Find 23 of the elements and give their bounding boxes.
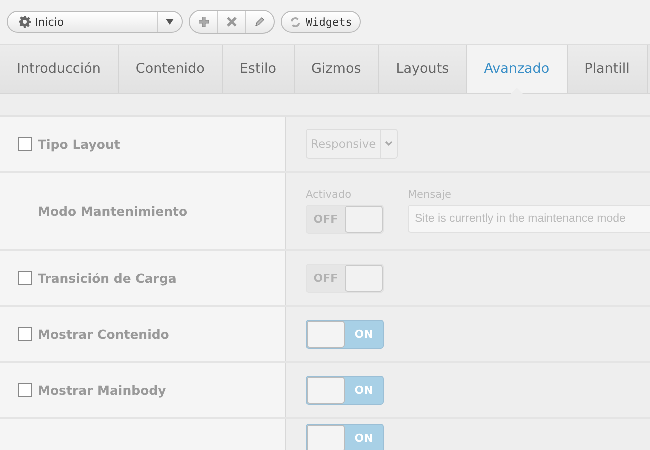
caret-icon — [166, 19, 174, 25]
tab[interactable]: Introducción — [0, 45, 119, 93]
refresh-icon — [290, 16, 301, 28]
tab[interactable]: Plantill — [568, 45, 648, 93]
pencil-icon — [255, 17, 265, 27]
cross-icon — [226, 17, 236, 27]
setting-label: Modo Mantenimiento — [38, 204, 188, 218]
gear-icon — [19, 16, 31, 28]
page-select[interactable]: Inicio — [7, 11, 183, 33]
checkbox[interactable] — [18, 327, 32, 341]
checkbox[interactable] — [18, 383, 32, 397]
setting-label: Mostrar Contenido — [38, 326, 170, 342]
chevron-down-icon — [385, 141, 394, 147]
tab[interactable]: Avanzado — [467, 45, 568, 93]
tab[interactable]: Estilo — [222, 45, 294, 93]
widgets-button[interactable]: Widgets — [281, 11, 362, 33]
tab[interactable]: Contenido — [118, 45, 223, 93]
plus-icon — [198, 17, 208, 27]
tab[interactable]: Gizmos — [294, 45, 380, 93]
tab[interactable]: Layouts — [379, 45, 468, 93]
setting-label: Mostrar Mainbody — [38, 382, 166, 398]
setting-label: Tipo Layout — [38, 136, 120, 152]
setting-label: Transición de Carga — [38, 270, 177, 286]
